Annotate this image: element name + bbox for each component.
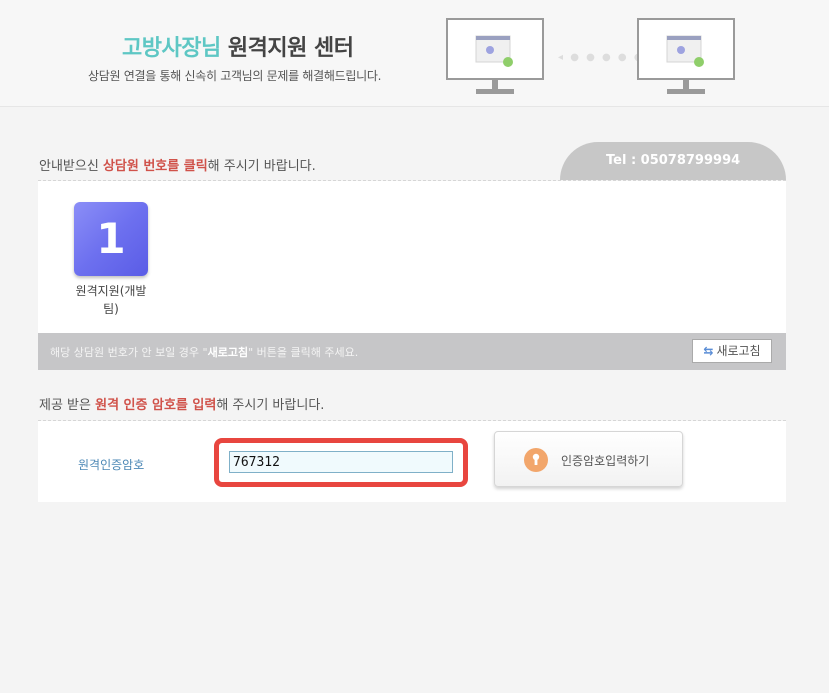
auth-code-input[interactable] bbox=[229, 451, 453, 473]
auth-section-title: 제공 받은 원격 인증 암호를 입력해 주시기 바랍니다. bbox=[39, 394, 324, 413]
tel-number: Tel : 05078799994 bbox=[606, 153, 741, 168]
section-title-text: 제공 받은 bbox=[39, 398, 96, 413]
agent-number-tile[interactable]: 1 bbox=[74, 202, 148, 276]
notice-text: 해당 상담원 번호가 안 보일 경우 "새로고침" 버튼을 클릭해 주세요. bbox=[50, 344, 358, 360]
brand-name: 고방사장님 bbox=[122, 36, 221, 61]
agent-item[interactable]: 1 원격지원(개발팀) bbox=[70, 202, 152, 318]
agent-name[interactable]: 원격지원(개발팀) bbox=[70, 282, 152, 318]
submit-auth-button[interactable]: 인증암호입력하기 bbox=[494, 431, 683, 487]
section-title-text: 안내받으신 bbox=[39, 159, 103, 174]
monitor-icon bbox=[637, 18, 735, 94]
refresh-button-label: 새로고침 bbox=[716, 344, 761, 358]
notice-text-part: " 버튼을 클릭해 주세요. bbox=[248, 346, 359, 359]
header: 고방사장님 원격지원 센터 상담원 연결을 통해 신속히 고객님의 문제를 해결… bbox=[0, 0, 829, 107]
section-title-text: 해 주시기 바랍니다. bbox=[207, 159, 316, 174]
keyhole-icon bbox=[524, 448, 548, 472]
refresh-button[interactable]: ⇆ 새로고침 bbox=[692, 339, 772, 363]
page-title: 고방사장님 원격지원 센터 bbox=[122, 30, 354, 62]
section-title-highlight: 원격 인증 암호를 입력 bbox=[95, 398, 217, 413]
notice-bar: 해당 상담원 번호가 안 보일 경우 "새로고침" 버튼을 클릭해 주세요. ⇆… bbox=[38, 333, 786, 370]
notice-text-bold: 새로고침 bbox=[207, 346, 249, 359]
refresh-icon: ⇆ bbox=[703, 344, 714, 358]
submit-auth-label: 인증암호입력하기 bbox=[561, 454, 650, 468]
page-subtitle: 상담원 연결을 통해 신속히 고객님의 문제를 해결해드립니다. bbox=[88, 69, 382, 83]
section-title-text: 해 주시기 바랍니다. bbox=[216, 398, 325, 413]
auth-code-label: 원격인증암호 bbox=[78, 458, 145, 472]
notice-text-part: 해당 상담원 번호가 안 보일 경우 " bbox=[50, 346, 208, 359]
title-text: 원격지원 센터 bbox=[220, 36, 354, 61]
agent-section-title: 안내받으신 상담원 번호를 클릭해 주시기 바랍니다. bbox=[39, 155, 316, 174]
section-title-highlight: 상담원 번호를 클릭 bbox=[102, 159, 208, 174]
monitor-icon bbox=[446, 18, 544, 94]
